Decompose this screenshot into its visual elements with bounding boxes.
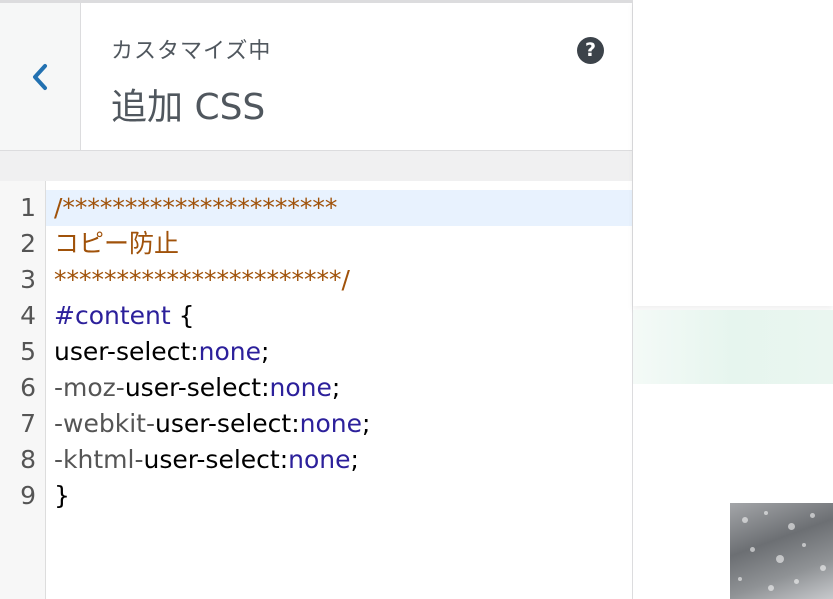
code-line: 4 #content { — [0, 298, 632, 334]
customizing-label: カスタマイズ中 — [111, 39, 272, 64]
chevron-left-icon — [33, 63, 47, 90]
section-header: カスタマイズ中 追加 CSS ? — [0, 3, 632, 151]
code-line: 2 コピー防止 — [0, 226, 632, 262]
code-comment: ***********************/ — [54, 265, 350, 294]
css-value: none — [269, 373, 332, 402]
semicolon: ; — [261, 337, 270, 366]
css-value: none — [288, 445, 351, 474]
line-number: 4 — [20, 301, 36, 330]
line-number: 3 — [20, 265, 36, 294]
code-comment: コピー防止 — [54, 229, 180, 258]
back-button[interactable] — [0, 3, 81, 150]
code-line: 9 } — [0, 478, 632, 514]
colon: : — [291, 409, 300, 438]
css-selector: #content — [54, 301, 171, 330]
code-text: -khtml-user-select:none; — [54, 442, 359, 478]
css-property: user-select — [54, 337, 191, 366]
code-text: user-select:none; — [54, 334, 269, 370]
panel-gap — [0, 151, 632, 181]
preview-thumbnail-image — [730, 503, 833, 599]
code-text: -moz-user-select:none; — [54, 370, 340, 406]
preview-band — [633, 310, 833, 384]
customizer-panel: カスタマイズ中 追加 CSS ? 1 /********************… — [0, 0, 633, 599]
line-number: 6 — [20, 373, 36, 402]
line-number: 1 — [20, 193, 36, 222]
css-property: user-select — [124, 373, 262, 402]
css-code-editor[interactable]: 1 /********************** 2 コピー防止 3 ****… — [0, 181, 632, 599]
code-line: 5 user-select:none; — [0, 334, 632, 370]
colon: : — [190, 337, 199, 366]
line-number: 2 — [20, 229, 36, 258]
preview-card — [633, 0, 833, 306]
vendor-prefix: -moz- — [54, 373, 125, 402]
code-line: 1 /********************** — [0, 190, 632, 226]
line-number: 5 — [20, 337, 36, 366]
css-value: none — [198, 337, 262, 366]
code-text: -webkit-user-select:none; — [54, 406, 370, 442]
colon: : — [279, 445, 289, 474]
css-property: user-select — [154, 409, 292, 438]
help-button[interactable]: ? — [577, 37, 604, 64]
vendor-prefix: -webkit- — [54, 409, 155, 438]
code-text: } — [54, 481, 70, 510]
code-line: 3 ***********************/ — [0, 262, 632, 298]
css-property: user-select — [143, 445, 280, 474]
line-number: 9 — [20, 481, 36, 510]
code-line: 6 -moz-user-select:none; — [0, 370, 632, 406]
code-comment: /********************** — [54, 193, 338, 222]
brace: { — [170, 301, 195, 330]
code-line: 8 -khtml-user-select:none; — [0, 442, 632, 478]
semicolon: ; — [331, 373, 341, 402]
semicolon: ; — [362, 409, 371, 438]
colon: : — [261, 373, 270, 402]
vendor-prefix: -khtml- — [54, 445, 144, 474]
semicolon: ; — [350, 445, 359, 474]
code-text: #content { — [54, 298, 195, 334]
line-number: 7 — [20, 409, 36, 438]
line-number: 8 — [20, 445, 36, 474]
code-line: 7 -webkit-user-select:none; — [0, 406, 632, 442]
question-circle-icon: ? — [584, 39, 597, 61]
css-value: none — [299, 409, 363, 438]
section-title: 追加 CSS — [111, 87, 266, 128]
